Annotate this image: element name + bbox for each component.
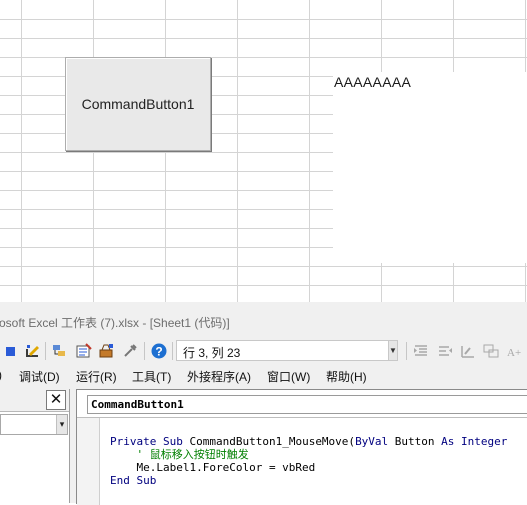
menu-addins[interactable]: 外接程序(A) — [187, 368, 251, 385]
gridline — [309, 0, 310, 302]
svg-text:?: ? — [155, 345, 162, 359]
gridline — [237, 0, 238, 302]
code-keyword: ByVal — [355, 435, 389, 448]
code-text-segment: CommandButton1_MouseMove( — [189, 435, 356, 448]
project-explorer-icon[interactable] — [52, 343, 68, 359]
chevron-down-icon[interactable]: ▾ — [56, 415, 67, 434]
design-mode-icon[interactable] — [24, 343, 40, 359]
gridline — [0, 285, 527, 286]
code-editor[interactable]: Private Sub CommandButton1_MouseMove(ByV… — [77, 417, 527, 505]
indent-icon[interactable] — [413, 343, 429, 359]
vbe-menu-bar: ) 调试(D) 运行(R) 工具(T) 外接程序(A) 窗口(W) 帮助(H) — [0, 364, 527, 388]
menu-tools[interactable]: 工具(T) — [132, 368, 171, 385]
label-control[interactable] — [333, 72, 527, 263]
gridline — [0, 38, 527, 39]
toolbar-separator — [45, 342, 46, 360]
toolbar-options-icon[interactable]: ▼ — [388, 341, 397, 360]
gridline — [165, 0, 166, 302]
label-caption: AAAAAAAA — [334, 74, 412, 90]
outdent-icon[interactable] — [437, 343, 453, 359]
gridline — [21, 0, 22, 302]
project-pane-header: ✕ — [0, 389, 69, 412]
vbe-title: osoft Excel 工作表 (7).xlsx - [Sheet1 (代码)] — [0, 316, 230, 330]
object-browser-icon[interactable] — [122, 343, 138, 359]
toolbar-separator — [406, 342, 407, 360]
object-selector[interactable]: CommandButton1 — [87, 395, 527, 414]
command-button[interactable]: CommandButton1 — [65, 57, 211, 151]
font-icon[interactable]: A+ — [506, 343, 522, 359]
code-keyword: As — [441, 435, 455, 448]
object-selector-value: CommandButton1 — [91, 398, 184, 411]
command-button-caption: CommandButton1 — [81, 96, 195, 112]
toolbar-separator — [144, 342, 145, 360]
toolbar-separator — [172, 342, 173, 360]
menu-debug[interactable]: 调试(D) — [19, 368, 60, 385]
menu-help[interactable]: 帮助(H) — [326, 368, 367, 385]
comment-block-icon[interactable] — [483, 343, 499, 359]
code-comment: ' 鼠标移入按钮时触发 — [110, 448, 249, 461]
toolbox-icon[interactable] — [98, 343, 114, 359]
vbe-toolbar: ? 行 3, 列 23 ▼ A+ — [0, 338, 527, 364]
vbe-title-bar[interactable]: osoft Excel 工作表 (7).xlsx - [Sheet1 (代码)] — [0, 302, 527, 339]
code-keyword: Private Sub — [110, 435, 190, 448]
code-keyword: Integer — [454, 435, 508, 448]
cursor-position-text: 行 3, 列 23 — [183, 346, 241, 360]
code-text-segment: Button — [388, 435, 442, 448]
worksheet-grid[interactable]: AAAAAAAA CommandButton1 — [0, 0, 527, 302]
menu-run[interactable]: 运行(R) — [76, 368, 117, 385]
menu-fragment: ) — [0, 368, 2, 382]
help-icon[interactable]: ? — [151, 343, 167, 359]
code-text-segment: Me.Label1.ForeColor = vbRed — [110, 461, 316, 474]
stop-icon[interactable] — [3, 343, 19, 359]
svg-text:A+: A+ — [507, 347, 521, 359]
properties-icon[interactable] — [76, 343, 92, 359]
properties-object-dropdown[interactable]: ▾ — [0, 414, 68, 435]
code-window: CommandButton1 Private Sub CommandButton… — [76, 389, 527, 505]
code-margin — [77, 418, 100, 505]
code-keyword: End Sub — [110, 474, 157, 487]
code-text: Private Sub CommandButton1_MouseMove(ByV… — [110, 422, 507, 487]
gridline — [0, 266, 527, 267]
cursor-position-field: 行 3, 列 23 ▼ — [176, 340, 398, 361]
vba-editor-window: osoft Excel 工作表 (7).xlsx - [Sheet1 (代码)] — [0, 302, 527, 505]
close-icon[interactable]: ✕ — [46, 390, 66, 410]
gridline — [93, 0, 94, 302]
gridline — [0, 19, 527, 20]
menu-window[interactable]: 窗口(W) — [267, 368, 310, 385]
toggle-breakpoint-icon[interactable] — [460, 343, 476, 359]
project-explorer-pane: ✕ ▾ — [0, 389, 70, 503]
